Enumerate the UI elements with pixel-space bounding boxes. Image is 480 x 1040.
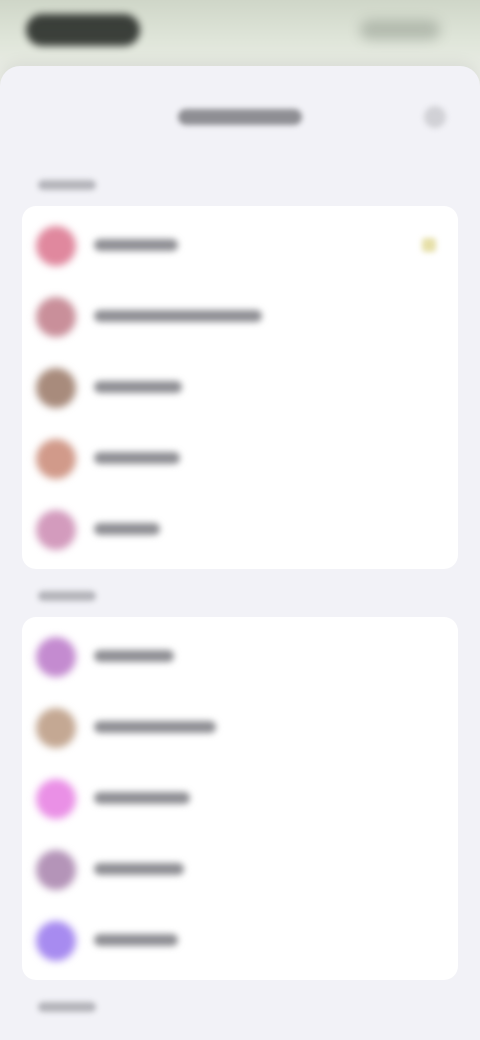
section-header-text — [38, 180, 96, 190]
option-group-2 — [22, 617, 458, 980]
section-header-text — [38, 591, 96, 601]
list-item-label — [94, 308, 262, 326]
avatar — [36, 225, 76, 266]
avatar — [36, 778, 76, 819]
avatar — [36, 509, 76, 550]
list-item-label — [94, 379, 182, 397]
list-item-label — [94, 861, 184, 879]
list-item-label — [94, 521, 160, 539]
avatar — [36, 296, 76, 337]
list-item[interactable] — [22, 763, 458, 834]
list-item[interactable] — [22, 692, 458, 763]
list-item[interactable] — [22, 210, 458, 281]
list-item[interactable] — [22, 352, 458, 423]
list-item[interactable] — [22, 834, 458, 905]
section-header-1 — [38, 178, 480, 198]
section-header-3 — [38, 1000, 480, 1020]
list-item[interactable] — [22, 621, 458, 692]
section-header-2 — [38, 589, 480, 609]
sheet-title — [0, 106, 480, 126]
list-item-label — [94, 932, 178, 950]
avatar — [36, 849, 76, 890]
avatar — [36, 438, 76, 479]
list-item-label — [94, 450, 180, 468]
section-header-text — [38, 1002, 96, 1012]
sheet-title-text — [178, 108, 302, 125]
status-bar — [0, 0, 480, 64]
list-item[interactable] — [22, 423, 458, 494]
list-item-label — [94, 648, 174, 666]
status-indicators — [360, 20, 440, 40]
list-item-label — [94, 719, 216, 737]
list-item-label — [94, 790, 190, 808]
list-item[interactable] — [22, 905, 458, 976]
list-item-label — [94, 237, 178, 255]
checkmark-icon — [422, 238, 436, 252]
avatar — [36, 707, 76, 748]
avatar — [36, 367, 76, 408]
bottom-sheet — [0, 66, 480, 1040]
list-item[interactable] — [22, 494, 458, 565]
sheet-header — [0, 66, 480, 166]
list-item[interactable] — [22, 281, 458, 352]
close-icon[interactable] — [424, 106, 446, 128]
option-group-1 — [22, 206, 458, 569]
avatar — [36, 636, 76, 677]
status-time-pill — [26, 14, 140, 46]
avatar — [36, 920, 76, 961]
